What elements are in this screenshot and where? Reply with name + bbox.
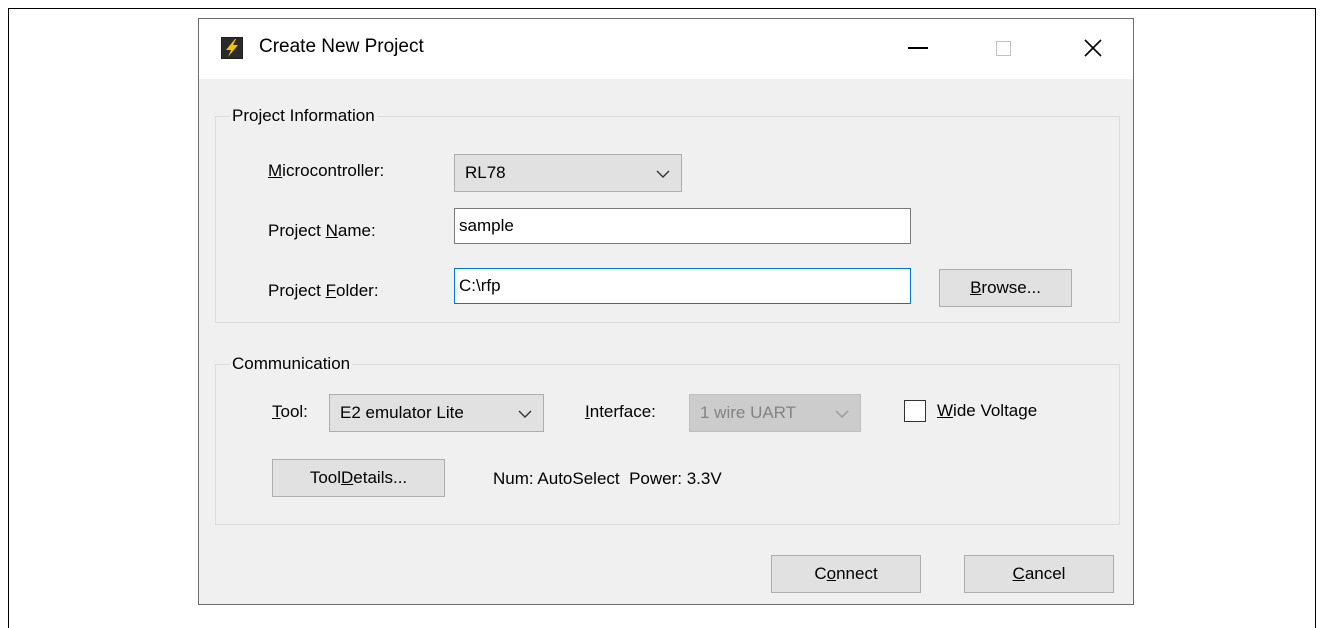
project-name-label: Project Name: (268, 221, 376, 241)
project-name-input[interactable]: sample (454, 208, 911, 244)
project-name-label-pre: Project (268, 221, 326, 240)
maximize-button[interactable] (974, 19, 1032, 77)
title-bar[interactable]: Create New Project (199, 19, 1133, 79)
wide-voltage-label-rest: ide Voltage (953, 401, 1038, 420)
close-button[interactable] (1064, 19, 1122, 77)
browse-button[interactable]: Browse... (939, 269, 1072, 307)
wide-voltage-label[interactable]: Wide Voltage (937, 401, 1037, 421)
tool-details-button-mnemonic: D (341, 468, 354, 487)
microcontroller-label-mnemonic: M (268, 161, 283, 180)
connect-button-mnemonic: o (826, 564, 837, 583)
cancel-button-mnemonic: C (1012, 564, 1025, 583)
microcontroller-value: RL78 (465, 163, 506, 182)
create-new-project-dialog: Create New Project Project Information M… (198, 18, 1134, 605)
tool-label-rest: ool: (280, 402, 308, 421)
wide-voltage-label-mnemonic: W (937, 401, 954, 420)
browse-button-rest: rowse... (981, 278, 1041, 297)
interface-value: 1 wire UART (700, 403, 797, 422)
communication-label: Communication (230, 354, 353, 374)
wide-voltage-checkbox[interactable] (904, 400, 926, 422)
connect-button[interactable]: Co nnect (771, 555, 921, 593)
interface-label: Interface: (585, 402, 656, 422)
window-title: Create New Project (259, 36, 424, 57)
microcontroller-label: Microcontroller: (268, 161, 384, 181)
microcontroller-label-rest: icrocontroller: (282, 161, 385, 180)
browse-button-mnemonic: B (970, 278, 982, 297)
close-icon (1084, 39, 1102, 57)
project-folder-label-mnemonic: F (325, 281, 337, 300)
tool-details-button-pre: Tool (309, 468, 342, 487)
project-folder-input[interactable]: C:\rfp (454, 268, 911, 304)
chevron-down-icon (835, 410, 849, 418)
microcontroller-select[interactable]: RL78 (454, 154, 682, 192)
minimize-icon (908, 47, 928, 49)
cancel-button-rest: ancel (1024, 564, 1066, 583)
project-name-value: sample (459, 216, 514, 235)
chevron-down-icon (656, 170, 670, 178)
project-folder-label-pre: Project (268, 281, 326, 300)
project-information-label: Project Information (230, 106, 377, 126)
tool-value: E2 emulator Lite (340, 403, 464, 422)
communication-group (215, 364, 1120, 525)
tool-details-button[interactable]: Tool Details... (272, 459, 445, 497)
interface-select[interactable]: 1 wire UART (689, 394, 861, 432)
connect-button-pre: C (814, 564, 827, 583)
project-name-label-mnemonic: N (325, 221, 338, 240)
app-lightning-icon (221, 37, 243, 59)
tool-status-text: Num: AutoSelect Power: 3.3V (493, 469, 722, 488)
tool-label-mnemonic: T (272, 402, 281, 421)
connect-button-rest: nnect (836, 564, 878, 583)
maximize-icon (995, 40, 1011, 56)
project-folder-label: Project Folder: (268, 281, 379, 301)
project-folder-value: C:\rfp (459, 276, 501, 295)
tool-label: Tool: (272, 402, 308, 422)
interface-label-rest: nterface: (589, 402, 656, 421)
cancel-button[interactable]: Cancel (964, 555, 1114, 593)
tool-select[interactable]: E2 emulator Lite (329, 394, 544, 432)
minimize-button[interactable] (889, 19, 947, 77)
project-folder-label-rest: older: (336, 281, 379, 300)
chevron-down-icon (518, 410, 532, 418)
project-name-label-rest: ame: (337, 221, 376, 240)
tool-details-button-rest: etails... (353, 468, 408, 487)
